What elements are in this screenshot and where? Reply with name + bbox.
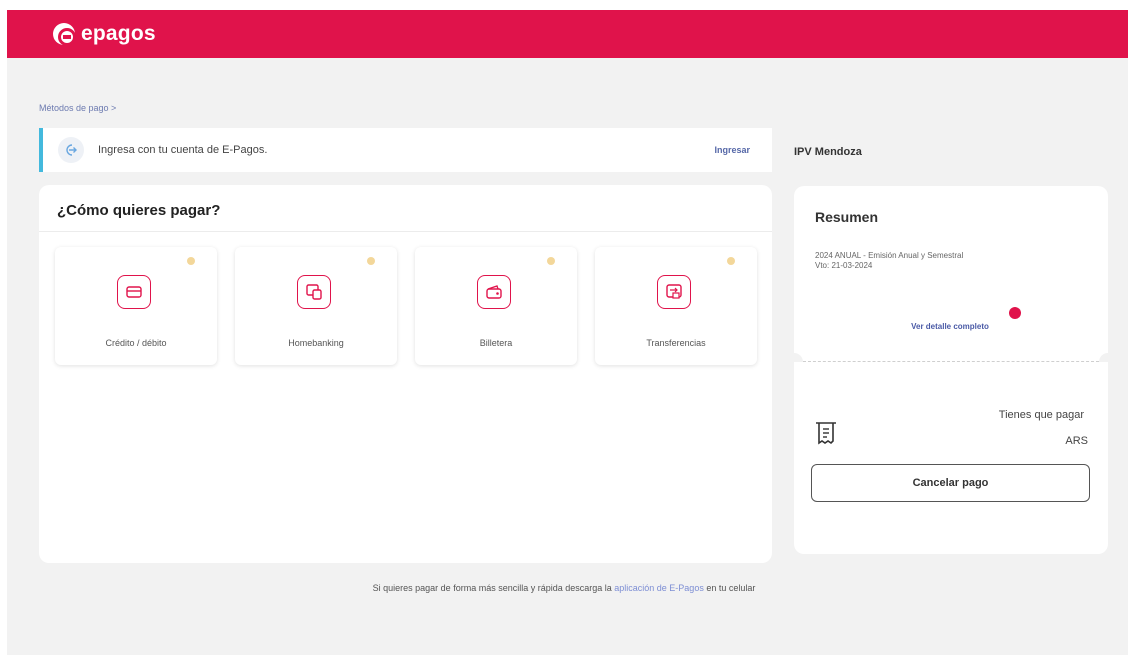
homebanking-icon: [297, 275, 331, 309]
summary-title: Resumen: [815, 209, 879, 225]
payment-title: ¿Cómo quieres pagar?: [57, 202, 221, 219]
summary-card: Resumen 2024 ANUAL - Emisión Anual y Sem…: [794, 186, 1108, 362]
login-link[interactable]: Ingresar: [714, 145, 750, 155]
wallet-icon: [477, 275, 511, 309]
method-transfers[interactable]: Transferencias: [595, 247, 757, 365]
footer-text-before: Si quieres pagar de forma más sencilla y…: [372, 583, 615, 593]
footer-text-after: en tu celular: [703, 583, 756, 593]
credit-card-icon: [117, 275, 151, 309]
notification-badge: [1009, 307, 1021, 319]
method-label: Crédito / débito: [105, 338, 167, 348]
method-wallet[interactable]: Billetera: [415, 247, 577, 365]
view-full-detail-link[interactable]: Ver detalle completo: [872, 322, 1028, 331]
window-bottom-edge: [0, 655, 1128, 661]
favorite-dot-icon[interactable]: [547, 257, 555, 265]
window-top-edge: [0, 0, 1128, 10]
receipt-icon: [814, 420, 838, 446]
method-label: Billetera: [479, 338, 513, 348]
merchant-name: IPV Mendoza: [794, 146, 862, 158]
favorite-dot-icon[interactable]: [367, 257, 375, 265]
method-credit-debit[interactable]: Crédito / débito: [55, 247, 217, 365]
summary-due-date: Vto: 21-03-2024: [815, 261, 873, 270]
login-banner: Ingresa con tu cuenta de E-Pagos. Ingres…: [39, 128, 772, 172]
login-arrow-icon: [58, 137, 84, 163]
amount-label: Tienes que pagar: [998, 409, 1084, 421]
download-app-link[interactable]: aplicación de E-Pagos: [614, 583, 704, 593]
favorite-dot-icon[interactable]: [187, 257, 195, 265]
ticket-divider: [803, 361, 1099, 362]
login-banner-text: Ingresa con tu cuenta de E-Pagos.: [98, 144, 268, 156]
window-left-edge: [0, 0, 7, 661]
divider: [39, 231, 772, 232]
footer-note: Si quieres pagar de forma más sencilla y…: [0, 583, 1128, 593]
top-bar: epagos: [7, 10, 1128, 58]
payment-methods-card: ¿Cómo quieres pagar? Crédito / débito Ho…: [39, 185, 772, 563]
currency-label: ARS: [1065, 435, 1088, 447]
favorite-dot-icon[interactable]: [727, 257, 735, 265]
cancel-payment-button[interactable]: Cancelar pago: [811, 464, 1090, 502]
epagos-logo-icon[interactable]: [53, 23, 76, 46]
method-homebanking[interactable]: Homebanking: [235, 247, 397, 365]
method-label: Homebanking: [288, 338, 344, 348]
brand-name[interactable]: epagos: [81, 22, 156, 46]
transfer-icon: [657, 275, 691, 309]
amount-card: Tienes que pagar ARS Cancelar pago: [794, 362, 1108, 554]
breadcrumb[interactable]: Métodos de pago >: [39, 103, 116, 113]
summary-description: 2024 ANUAL - Emisión Anual y Semestral: [815, 251, 964, 260]
method-label: Transferencias: [646, 338, 706, 348]
